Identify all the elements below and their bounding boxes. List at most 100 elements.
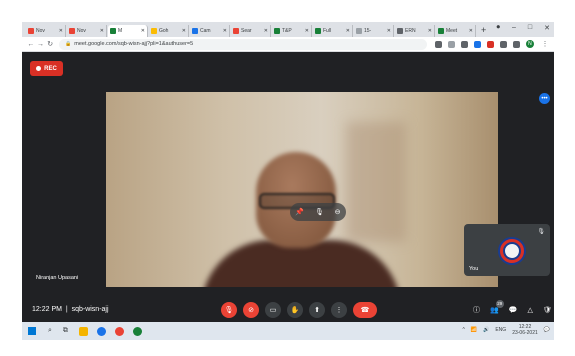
browser-tab[interactable]: Meet ✕ — [436, 25, 476, 37]
browser-tab[interactable]: Sear ✕ — [231, 25, 271, 37]
extension-icon-4[interactable] — [499, 40, 507, 48]
activities-icon[interactable]: △ — [527, 306, 532, 314]
tab-close-icon[interactable]: ✕ — [305, 28, 309, 34]
profile-avatar[interactable]: N — [525, 40, 534, 48]
people-button[interactable]: 👥 29 — [490, 299, 504, 314]
browser-tab[interactable]: Goh ✕ — [149, 25, 189, 37]
tab-close-icon[interactable]: ✕ — [469, 28, 473, 34]
tray-up-icon[interactable]: ^ — [463, 327, 465, 333]
windows-taskbar: ⌕ ⧉ ^ 📶 🔊 ENG 12:22 23-06-2021 💬 — [22, 322, 554, 340]
tab-label: Goh — [159, 28, 169, 34]
network-icon[interactable]: 📶 — [471, 327, 477, 333]
present-button[interactable]: ⬆ — [309, 301, 325, 318]
puzzle-icon[interactable] — [512, 40, 520, 48]
remove-icon[interactable]: ⊖ — [335, 208, 341, 216]
record-dot-icon — [36, 66, 42, 71]
task-view-icon[interactable]: ⧉ — [63, 327, 68, 335]
self-view-tile[interactable]: 🎙 You — [464, 224, 550, 276]
windows-start-icon[interactable] — [28, 327, 36, 335]
meet-stage: REC ••• 📌 🎙 ⊖ Niranjan Upasani 🎙 You 12:… — [22, 53, 554, 322]
minimize-icon[interactable]: – — [512, 24, 516, 32]
close-window-icon[interactable]: ✕ — [544, 24, 550, 32]
tab-label: Nov — [77, 28, 86, 34]
chrome-icon[interactable] — [114, 326, 124, 336]
star-icon[interactable] — [447, 40, 455, 48]
browser-tab[interactable]: Nov ✕ — [26, 25, 66, 37]
browser-tab[interactable]: 15- ✕ — [354, 25, 394, 37]
camera-extension-icon[interactable] — [434, 40, 442, 48]
reload-icon[interactable]: ↻ — [45, 40, 55, 48]
raise-hand-button[interactable]: ✋ — [287, 301, 303, 318]
tab-favicon-icon — [28, 28, 34, 34]
lang-indicator[interactable]: ENG — [495, 327, 506, 333]
tab-favicon-icon — [233, 28, 239, 34]
tab-close-icon[interactable]: ✕ — [182, 28, 186, 34]
mic-off-button[interactable]: 🎙 — [221, 301, 237, 318]
search-icon[interactable]: ⌕ — [48, 327, 52, 335]
camera-off-icon: ⊘ — [248, 306, 254, 314]
browser-tab[interactable]: Cam ✕ — [190, 25, 230, 37]
extensions-bar: N ⋮ — [434, 40, 550, 48]
maximize-icon[interactable]: □ — [528, 24, 532, 32]
leave-call-button[interactable]: ☎ — [353, 301, 377, 318]
tab-close-icon[interactable]: ✕ — [387, 28, 391, 34]
new-tab-button[interactable]: + — [481, 25, 486, 37]
browser-tab[interactable]: ERN ✕ — [395, 25, 435, 37]
tab-label: M — [118, 28, 123, 34]
forward-icon[interactable]: → — [36, 41, 46, 48]
pin-icon[interactable]: 📌 — [295, 208, 304, 216]
tab-close-icon[interactable]: ✕ — [428, 28, 432, 34]
mic-icon[interactable]: 🎙 — [315, 208, 324, 216]
recording-badge: REC — [30, 61, 63, 76]
extension-icon-2[interactable] — [473, 40, 481, 48]
meeting-time: 12:22 PM — [32, 306, 62, 313]
tab-close-icon[interactable]: ✕ — [59, 28, 63, 34]
browser-tab[interactable]: Full ✕ — [313, 25, 353, 37]
browser-tab[interactable]: M ✕ — [108, 25, 148, 37]
tab-favicon-icon — [192, 28, 198, 34]
tab-close-icon[interactable]: ✕ — [100, 28, 104, 34]
tab-label: Nov — [36, 28, 45, 34]
tab-close-icon[interactable]: ✕ — [223, 28, 227, 34]
meeting-code: sqb-wisn-ajj — [71, 306, 109, 313]
background-shelf — [346, 122, 406, 242]
extension-icon[interactable] — [460, 40, 468, 48]
more-options-button[interactable]: ⋮ — [331, 301, 347, 318]
tab-favicon-icon — [356, 28, 362, 34]
browser-tab[interactable]: Nov ✕ — [67, 25, 107, 37]
address-bar: ← → ↻ 🔒 meet.google.com/sqb-wisn-ajj?pli… — [22, 37, 554, 52]
chrome-menu-icon[interactable]: ⋮ — [540, 40, 550, 48]
file-explorer-icon[interactable] — [78, 326, 88, 336]
captions-button[interactable]: ▭ — [265, 301, 281, 318]
mic-off-icon: 🎙 — [224, 306, 234, 314]
volume-icon[interactable]: 🔊 — [483, 327, 489, 333]
self-label: You — [469, 266, 479, 272]
tab-label: T&P — [282, 28, 292, 34]
host-controls-icon[interactable]: 🛡 — [543, 306, 552, 314]
system-tray: ^ 📶 🔊 ENG 12:22 23-06-2021 💬 — [463, 324, 550, 336]
clock-area[interactable]: 12:22 23-06-2021 — [512, 324, 538, 336]
tab-strip: Nov ✕ Nov ✕ M ✕ Goh ✕ Cam ✕ Sear ✕ T&P ✕ Full ✕ 15- ✕ ERN ✕… — [22, 22, 554, 37]
chat-icon[interactable]: 💬 — [509, 306, 518, 314]
tab-close-icon[interactable]: ✕ — [264, 28, 268, 34]
main-participant-video — [106, 92, 498, 287]
tab-favicon-icon — [315, 28, 321, 34]
back-icon[interactable]: ← — [26, 41, 36, 48]
more-dots-icon[interactable]: ••• — [539, 93, 550, 104]
info-icon[interactable]: ⓘ — [473, 305, 480, 315]
tile-hover-controls: 📌 🎙 ⊖ — [290, 203, 346, 221]
lock-icon: 🔒 — [65, 41, 72, 47]
chrome-icon-2[interactable] — [132, 326, 142, 336]
right-controls: ⓘ 👥 29 💬 △ 🛡 — [473, 299, 552, 315]
browser-tab[interactable]: T&P ✕ — [272, 25, 312, 37]
screen: Nov ✕ Nov ✕ M ✕ Goh ✕ Cam ✕ Sear ✕ T&P ✕ Full ✕ 15- ✕ ERN ✕… — [22, 22, 554, 340]
extension-icon-3[interactable] — [486, 40, 494, 48]
end-call-icon: ☎ — [360, 306, 370, 314]
main-participant-name: Niranjan Upasani — [36, 275, 79, 281]
url-field[interactable]: 🔒 meet.google.com/sqb-wisn-ajj?pli=1&aut… — [59, 38, 427, 50]
camera-off-button[interactable]: ⊘ — [243, 301, 259, 318]
edge-icon[interactable] — [96, 326, 106, 336]
notifications-icon[interactable]: 💬 — [544, 327, 550, 333]
tab-close-icon[interactable]: ✕ — [346, 28, 350, 34]
tab-close-icon[interactable]: ✕ — [141, 28, 145, 34]
